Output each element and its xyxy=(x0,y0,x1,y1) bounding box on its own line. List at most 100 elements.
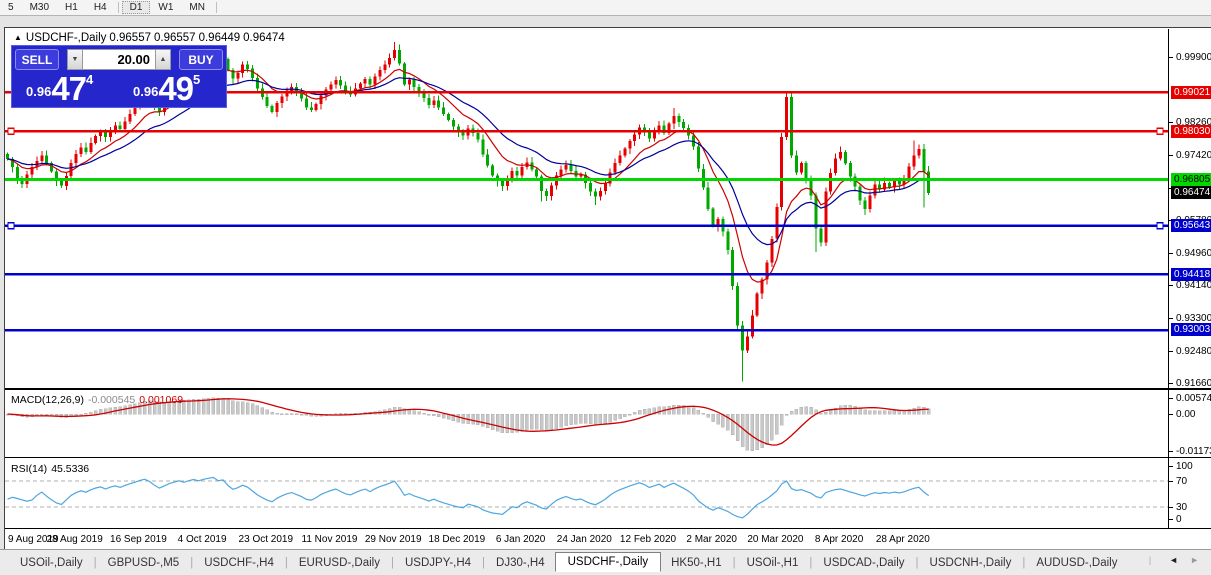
collapse-panel-icon[interactable]: ▲ xyxy=(14,33,22,42)
buy-price-sup: 5 xyxy=(193,72,201,87)
sell-price-sup: 4 xyxy=(86,72,94,87)
axis-tick xyxy=(1169,481,1173,482)
timeframe-button-d1[interactable]: D1 xyxy=(121,1,151,14)
chart-window: ▲ USDCHF-,Daily 0.96557 0.96557 0.96449 0.964… xyxy=(4,27,1211,551)
timeframe-button-5[interactable]: 5 xyxy=(0,1,22,14)
macd-name: MACD(12,26,9) xyxy=(11,394,84,406)
price-axis-label: 0.99900 xyxy=(1176,52,1211,64)
rsi-axis-label: 100 xyxy=(1176,461,1193,472)
rsi-name: RSI(14) xyxy=(11,463,48,475)
rsi-pane[interactable] xyxy=(5,459,1168,528)
tab-scroll-arrows: | ◄ ► xyxy=(1148,555,1205,565)
chart-tab-dj30-h4[interactable]: DJ30-,H4 xyxy=(486,554,555,572)
tab-separator: | xyxy=(93,556,97,569)
timeframe-button-h4[interactable]: H4 xyxy=(86,1,115,14)
axis-tick xyxy=(1169,318,1173,320)
sell-price-quote[interactable]: 0.96474 xyxy=(12,70,119,108)
axis-tick xyxy=(1169,414,1173,415)
macd-signal-value: 0.001069 xyxy=(139,394,184,406)
axis-tick xyxy=(1169,398,1173,399)
price-axis-label: 0.94960 xyxy=(1176,247,1211,259)
volume-input[interactable] xyxy=(83,49,155,70)
sell-button[interactable]: SELL xyxy=(15,49,59,70)
rsi-label: RSI(14) 45.5336 xyxy=(11,463,89,475)
ohlc-open: 0.96557 xyxy=(109,32,151,44)
tab-scroll-right-icon[interactable]: ► xyxy=(1190,555,1199,565)
date-axis[interactable]: 9 Aug 2019 28 Aug 2019 16 Sep 2019 4 Oct 20… xyxy=(6,530,1168,549)
rsi-value: 45.5336 xyxy=(51,463,90,475)
hline-price-label: 0.96805 xyxy=(1171,173,1211,187)
timeframe-button-h1[interactable]: H1 xyxy=(57,1,86,14)
date-axis-label: 12 Feb 2020 xyxy=(619,534,677,545)
buy-price-quote[interactable]: 0.96495 xyxy=(119,70,226,108)
rsi-axis-label: 0 xyxy=(1176,514,1182,525)
macd-main-value: -0.000545 xyxy=(87,394,136,406)
hline-price-label: 0.99021 xyxy=(1171,85,1211,99)
axis-tick xyxy=(1169,466,1173,467)
chart-tab-gbpusd-m5[interactable]: GBPUSD-,M5 xyxy=(98,554,190,572)
macd-axis-label: -0.011738 xyxy=(1176,446,1211,457)
sell-price-big: 47 xyxy=(51,70,87,107)
chart-tab-audusd-daily[interactable]: AUDUSD-,Daily xyxy=(1026,554,1127,572)
hline-price-label: 0.94418 xyxy=(1171,267,1211,281)
chart-tab-usoil-daily[interactable]: USOil-,Daily xyxy=(10,554,93,572)
tab-separator: | xyxy=(809,556,813,569)
price-axis-label: 0.91660 xyxy=(1176,378,1211,390)
axis-tick xyxy=(1169,122,1173,124)
tab-separator: | xyxy=(284,556,288,569)
chart-title: ▲ USDCHF-,Daily 0.96557 0.96557 0.96449 0.964… xyxy=(14,32,288,44)
macd-label: MACD(12,26,9) -0.000545 0.001069 xyxy=(11,394,183,406)
hline-price-label: 0.95643 xyxy=(1171,219,1211,233)
chart-tab-usdchf-h4[interactable]: USDCHF-,H4 xyxy=(194,554,284,572)
chart-tab-usdjpy-h4[interactable]: USDJPY-,H4 xyxy=(395,554,481,572)
price-axis-label: 0.97420 xyxy=(1176,150,1211,162)
buy-button[interactable]: BUY xyxy=(179,49,223,70)
chart-tabs-bar: USOil-,Daily | GBPUSD-,M5 | USDCHF-,H4 | EURUS… xyxy=(0,549,1211,575)
volume-increase-button[interactable]: ▲ xyxy=(155,49,171,70)
date-axis-label: 8 Apr 2020 xyxy=(814,534,864,545)
hline-price-label: 0.93003 xyxy=(1171,323,1211,337)
timeframe-button-mn[interactable]: MN xyxy=(181,1,213,14)
date-axis-label: 18 Dec 2019 xyxy=(428,534,486,545)
pane-separator xyxy=(5,528,1211,529)
chart-tab-eurusd-daily[interactable]: EURUSD-,Daily xyxy=(289,554,390,572)
tab-scroll-left-icon[interactable]: ◄ xyxy=(1169,555,1178,565)
chart-tab-usdcnh-daily[interactable]: USDCNH-,Daily xyxy=(920,554,1022,572)
date-axis-label: 16 Sep 2019 xyxy=(110,534,167,545)
timeframe-toolbar: 5 M30 H1 H4 D1 W1 MN xyxy=(0,0,1211,16)
chart-tab-usdcad-daily[interactable]: USDCAD-,Daily xyxy=(813,554,914,572)
pane-separator[interactable] xyxy=(5,457,1211,458)
timeframe-button-m30[interactable]: M30 xyxy=(22,1,57,14)
chart-tab-usoil-h1[interactable]: USOil-,H1 xyxy=(737,554,809,572)
axis-tick xyxy=(1169,155,1173,157)
date-axis-label: 4 Oct 2019 xyxy=(177,534,227,545)
price-axis: 0.999000.982600.974200.966000.957800.949… xyxy=(1169,29,1211,529)
pane-separator[interactable] xyxy=(5,388,1211,390)
axis-tick xyxy=(1169,451,1173,452)
chart-tab-hk50-h1[interactable]: HK50-,H1 xyxy=(661,554,732,572)
tab-separator: | xyxy=(190,556,194,569)
price-axis-label: 0.94140 xyxy=(1176,280,1211,292)
date-axis-label: 6 Jan 2020 xyxy=(495,534,546,545)
timeframe-button-w1[interactable]: W1 xyxy=(150,1,181,14)
volume-decrease-button[interactable]: ▼ xyxy=(67,49,83,70)
current-price-label: 0.96474 xyxy=(1171,186,1211,200)
ohlc-low: 0.96449 xyxy=(198,32,241,44)
buy-price-base: 0.96 xyxy=(133,84,159,99)
date-axis-label: 11 Nov 2019 xyxy=(301,534,358,545)
date-axis-label: 29 Nov 2019 xyxy=(364,534,422,545)
mt4-terminal: { "toolbar": { "timeframes": ["5", "M30"… xyxy=(0,0,1211,575)
axis-tick xyxy=(1169,57,1173,59)
price-axis-label: 0.92480 xyxy=(1176,345,1211,357)
axis-tick xyxy=(1169,350,1173,352)
chart-symbol-label: USDCHF-,Daily xyxy=(25,32,107,44)
date-axis-label: 28 Aug 2019 xyxy=(46,534,103,545)
chart-tab-usdchf-daily[interactable]: USDCHF-,Daily xyxy=(554,551,662,572)
axis-tick xyxy=(1169,252,1173,254)
tab-separator: | xyxy=(1022,556,1026,569)
tab-separator: | xyxy=(1148,555,1152,565)
ohlc-close: 0.96474 xyxy=(243,32,285,44)
rsi-axis-label: 70 xyxy=(1176,476,1188,487)
axis-tick xyxy=(1169,383,1173,385)
macd-axis-label: 0.005744 xyxy=(1176,393,1211,404)
